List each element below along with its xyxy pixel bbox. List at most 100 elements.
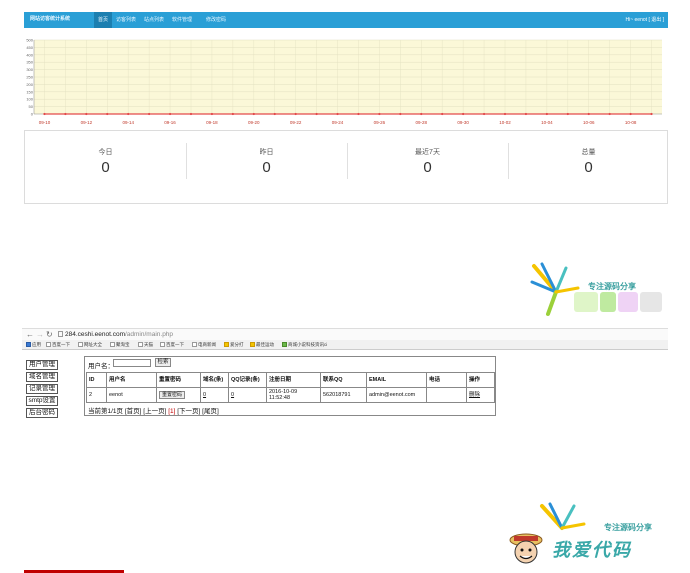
- y-tick-label: 200: [26, 82, 33, 87]
- nav-home[interactable]: 首页: [94, 12, 113, 28]
- side-menu-record-management[interactable]: 记录管理: [26, 384, 58, 394]
- bookmark-icon: [282, 342, 287, 347]
- bookmark-item[interactable]: 商城小说科技资讯ci: [282, 341, 327, 349]
- x-tick-label: 10-08: [625, 120, 637, 125]
- delete-link[interactable]: 删除: [469, 392, 480, 398]
- watermark-cn-logo: 我爱代码: [552, 540, 632, 560]
- cell-username: eenot: [106, 387, 157, 403]
- address-bar[interactable]: 284.ceshi.eenot.com/admin/main.php: [58, 330, 358, 340]
- bookmark-item[interactable]: 最佳运动: [250, 341, 274, 349]
- col-header-reset-password: 重置密码: [156, 372, 201, 388]
- nav-software[interactable]: 软件管理: [168, 12, 196, 28]
- stat-value: 0: [262, 159, 271, 176]
- forward-icon[interactable]: →: [36, 330, 44, 340]
- qq-records-link[interactable]: 0: [231, 392, 234, 398]
- data-point: [294, 112, 297, 116]
- page-icon: [192, 342, 197, 347]
- back-icon[interactable]: ←: [26, 330, 34, 340]
- nav-change-password[interactable]: 修改密码: [202, 12, 230, 28]
- data-point: [106, 112, 109, 116]
- data-point: [43, 112, 46, 116]
- apps-icon: [26, 342, 31, 347]
- y-tick-label: 350: [26, 60, 33, 65]
- x-tick-label: 09-20: [248, 120, 260, 125]
- visits-line-chart: 0 50 100 150 200 250 300 350 400 450 500 09-10 09-12…: [26, 38, 662, 125]
- reset-password-button[interactable]: 重置密码: [159, 391, 186, 399]
- page-icon: [110, 342, 115, 347]
- data-point: [148, 112, 151, 116]
- top-navbar: 网站访客统计系统 首页 访客列表 站点列表 软件管理 修改密码 Hi~ eeno…: [24, 12, 668, 28]
- nav-visitor-list[interactable]: 访客列表: [112, 12, 140, 28]
- watermark-blur: [640, 292, 662, 312]
- watermark-blur: [618, 292, 638, 312]
- x-tick-label: 09-10: [39, 120, 51, 125]
- page-icon: [160, 342, 165, 347]
- bookmark-item[interactable]: 百度一下: [160, 341, 184, 349]
- page-icon: [58, 331, 63, 337]
- data-point: [252, 112, 255, 116]
- data-point: [127, 112, 130, 116]
- x-tick-label: 10-06: [583, 120, 595, 125]
- x-tick-label: 09-14: [122, 120, 134, 125]
- data-point: [608, 112, 611, 116]
- y-tick-label: 50: [29, 104, 34, 109]
- bookmark-label: 电商新闻: [198, 342, 216, 347]
- logout-link[interactable]: [ 退出 ]: [648, 17, 664, 23]
- bookmark-item[interactable]: 百度一下: [46, 341, 70, 349]
- side-menu-domain-management[interactable]: 域名管理: [26, 372, 58, 382]
- data-point: [210, 112, 214, 116]
- bookmark-icon: [224, 342, 229, 347]
- bookmark-label: 天猫: [144, 342, 153, 347]
- page-icon: [46, 342, 51, 347]
- side-menu-user-management[interactable]: 用户管理: [26, 360, 58, 370]
- bookmark-item[interactable]: 天猫: [138, 341, 153, 349]
- page-icon: [138, 342, 143, 347]
- bookmark-label: 百度一下: [52, 342, 70, 347]
- data-point: [378, 112, 381, 116]
- x-tick-label: 09-24: [332, 120, 344, 125]
- bookmark-item[interactable]: 聚淘宝: [110, 341, 130, 349]
- y-tick-label: 450: [26, 45, 33, 50]
- data-point: [482, 112, 486, 116]
- x-tick-label: 10-02: [499, 120, 511, 125]
- bookmark-item[interactable]: 电商新闻: [192, 341, 216, 349]
- cell-reset-password: 重置密码: [156, 387, 201, 403]
- stat-today: 今日 0: [25, 131, 186, 203]
- side-menu-smtp-settings[interactable]: smtp设置: [26, 396, 58, 406]
- data-point: [545, 112, 548, 116]
- pager-suffix[interactable]: [下一页] [尾页]: [175, 408, 219, 415]
- col-header-id: ID: [86, 372, 107, 388]
- cell-contact-qq: 562018791: [320, 387, 367, 403]
- data-point: [168, 112, 172, 116]
- x-tick-label: 09-16: [164, 120, 176, 125]
- username-search-input[interactable]: [113, 359, 151, 367]
- bookmark-label: 最佳运动: [256, 342, 274, 347]
- stat-yesterday: 昨日 0: [186, 131, 347, 203]
- bookmark-label: 百度一下: [166, 342, 184, 347]
- bookmark-item[interactable]: 爱分打: [224, 341, 244, 349]
- watermark-text: 专注源码分享: [588, 282, 636, 291]
- url-host: 284.ceshi.eenot.com: [65, 331, 125, 338]
- data-point: [315, 112, 318, 116]
- bookmark-item[interactable]: 网址大全: [78, 341, 102, 349]
- cell-phone: [426, 387, 467, 403]
- bookmark-label: 商城小说科技资讯ci: [288, 342, 328, 347]
- x-tick-label: 09-30: [457, 120, 469, 125]
- pager-prefix[interactable]: 当前第1/1页 [首页] [上一页]: [88, 408, 168, 415]
- bookmark-label: 聚淘宝: [116, 342, 130, 347]
- app-brand: 网站访客统计系统: [30, 16, 71, 22]
- data-point: [357, 112, 360, 116]
- search-button[interactable]: 检索: [155, 358, 171, 367]
- data-point: [336, 112, 339, 116]
- data-point: [462, 112, 465, 116]
- bookmark-label: 爱分打: [230, 342, 244, 347]
- data-point: [85, 112, 88, 116]
- side-menu-admin-password[interactable]: 后台密码: [26, 408, 58, 418]
- nav-site-list[interactable]: 站点列表: [140, 12, 168, 28]
- bookmarks-bar: 应用 百度一下 网址大全 聚淘宝 天猫 百度一下 电商新闻 爱分打 最佳运动 商…: [22, 340, 668, 350]
- reload-icon[interactable]: ↻: [46, 330, 53, 340]
- bookmark-apps[interactable]: 应用: [26, 341, 41, 349]
- user-table: ID 用户名 重置密码 域名(条) QQ记录(条) 注册日期 联系QQ EMAI…: [86, 372, 495, 403]
- cell-email: admin@eenot.com: [366, 387, 427, 403]
- domains-link[interactable]: 0: [203, 392, 206, 398]
